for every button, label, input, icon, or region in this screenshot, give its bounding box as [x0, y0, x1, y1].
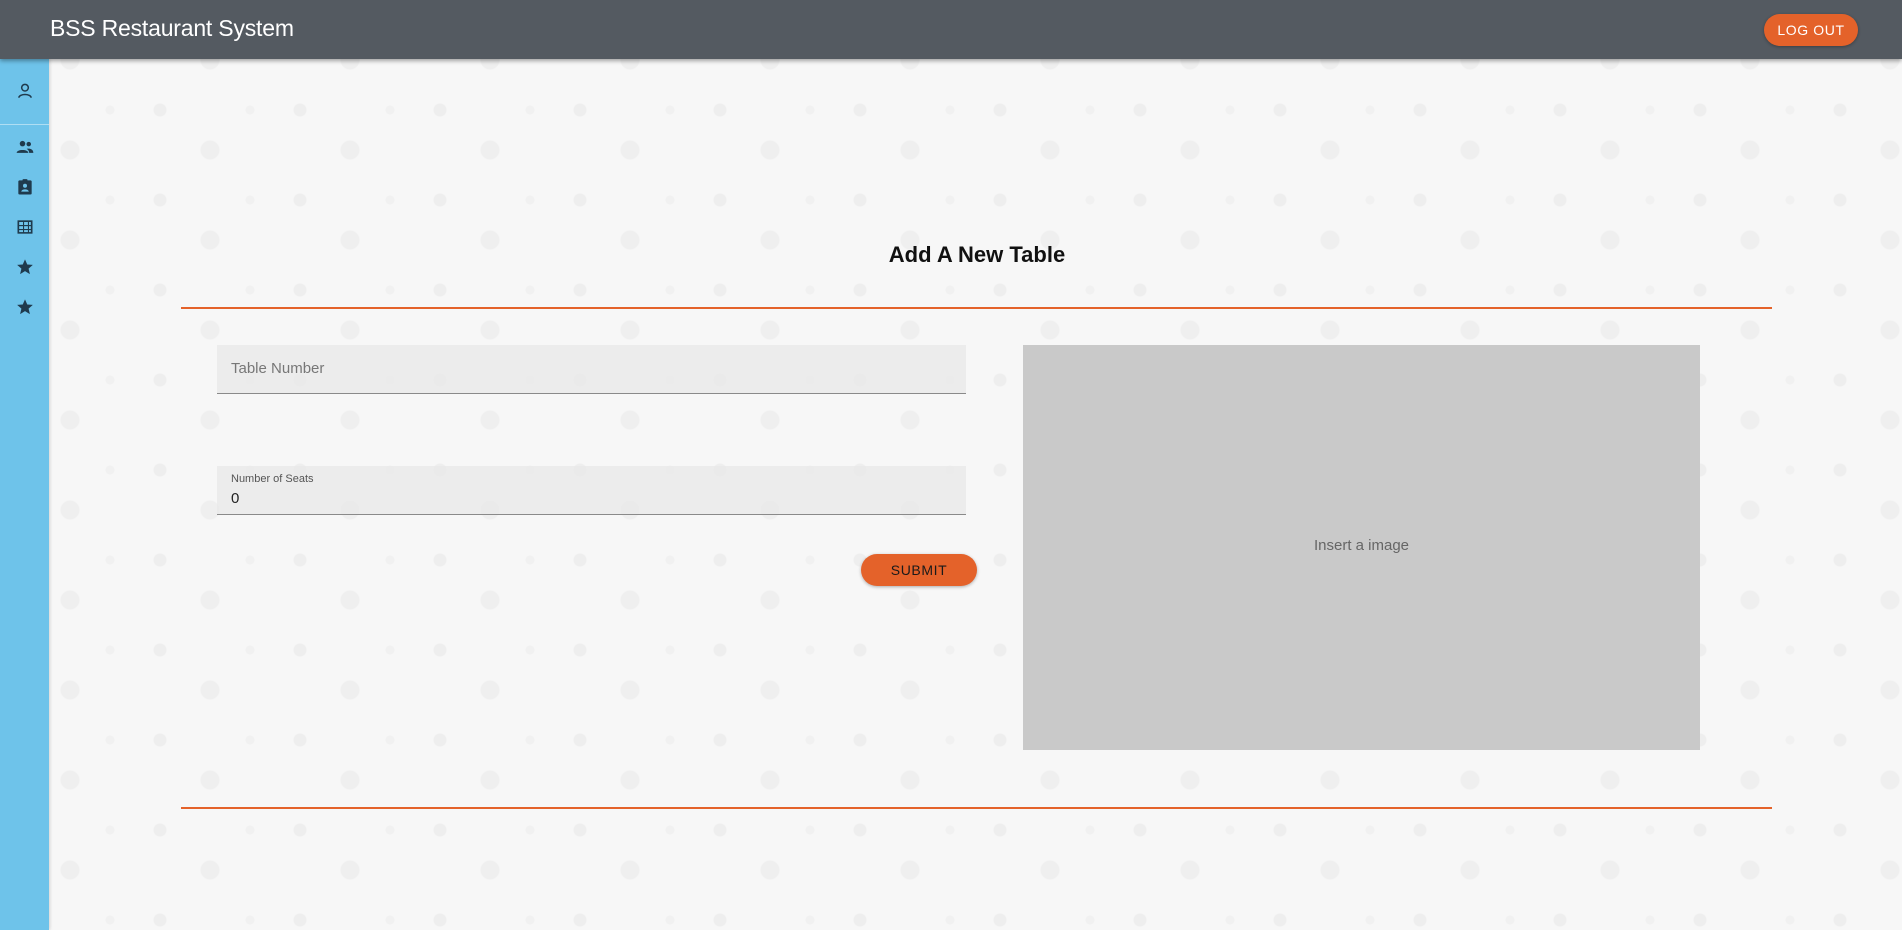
table-number-field[interactable]: Table Number [217, 345, 966, 394]
top-app-bar: BSS Restaurant System LOG OUT [0, 0, 1902, 59]
sidebar-item-profile[interactable] [0, 77, 49, 109]
image-placeholder-text: Insert a image [1313, 537, 1410, 554]
top-divider-line [181, 307, 1772, 309]
sidebar-item-staff[interactable] [0, 173, 49, 205]
table-number-placeholder: Table Number [231, 360, 325, 377]
number-of-seats-value: 0 [231, 490, 240, 507]
person-outline-icon [15, 81, 35, 106]
number-of-seats-field[interactable]: Number of Seats 0 [217, 466, 966, 515]
sidebar-item-users[interactable] [0, 133, 49, 165]
sidebar-divider [0, 124, 49, 125]
table-grid-icon [15, 217, 35, 242]
sidebar-item-ratings[interactable] [0, 293, 49, 325]
image-upload-area[interactable]: Insert a image [1023, 345, 1700, 750]
page-title: Add A New Table [888, 242, 1066, 267]
badge-clipboard-icon [15, 177, 35, 202]
logout-button[interactable]: LOG OUT [1764, 14, 1858, 46]
star-icon [15, 297, 35, 322]
people-icon [15, 137, 35, 162]
app-title: BSS Restaurant System [50, 15, 294, 41]
sidebar-item-favorites[interactable] [0, 253, 49, 285]
submit-button[interactable]: SUBMIT [861, 554, 977, 586]
star-icon [15, 257, 35, 282]
number-of-seats-label: Number of Seats [231, 473, 314, 485]
bottom-divider-line [181, 807, 1772, 809]
sidebar-item-tables[interactable] [0, 213, 49, 245]
sidebar [0, 59, 49, 930]
